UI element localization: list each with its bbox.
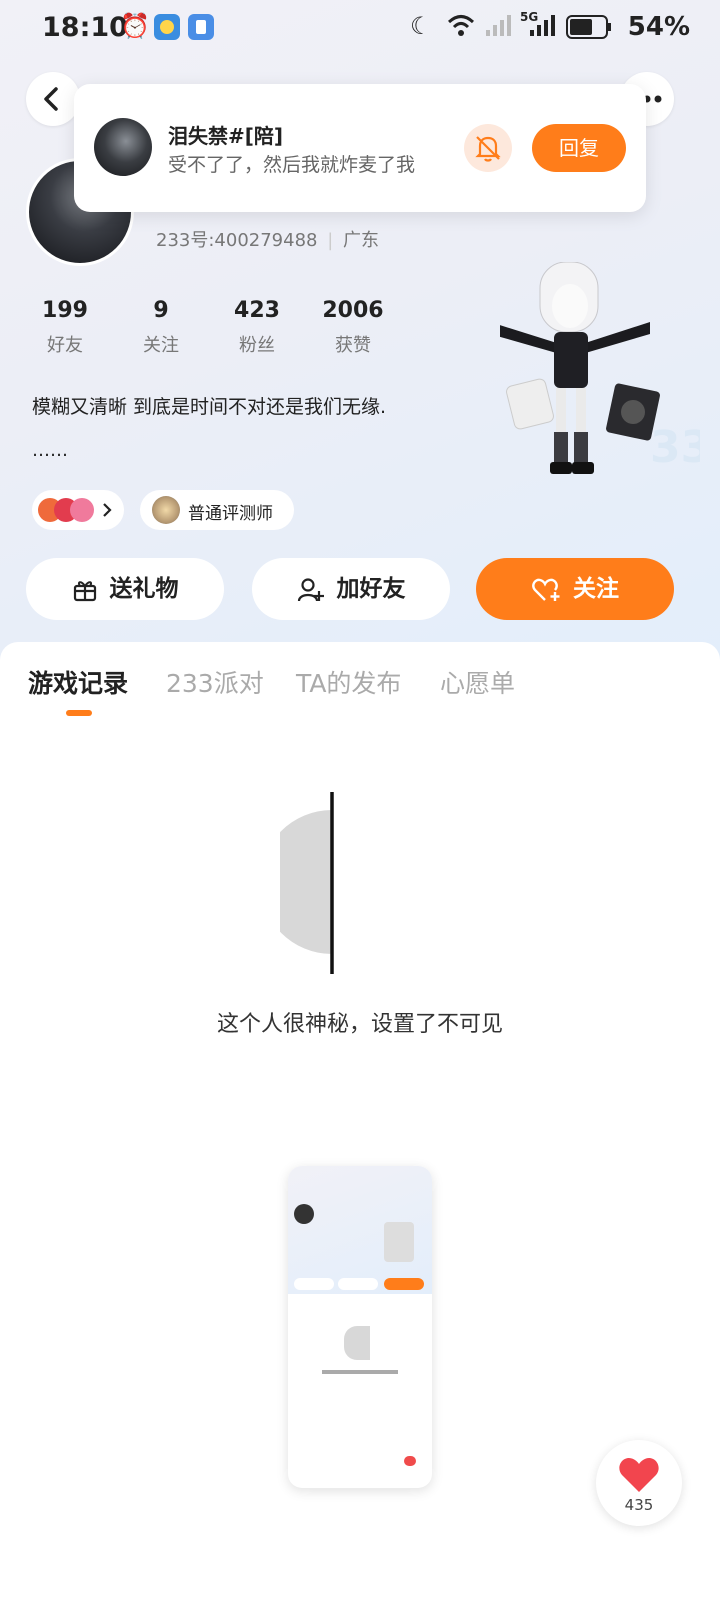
tab-wishlist[interactable]: 心愿单 xyxy=(440,664,515,700)
user-id: 233号:400279488 xyxy=(156,230,318,251)
gift-icon xyxy=(73,580,96,601)
stat-label: 关注 xyxy=(143,335,179,356)
send-gift-button[interactable]: 送礼物 xyxy=(26,558,224,620)
add-friend-label: 加好友 xyxy=(336,576,406,602)
profile-bio: 模糊又清晰 到底是时间不对还是我们无缘. xyxy=(32,396,387,418)
character-avatar-art[interactable]: 33 xyxy=(490,261,711,502)
reviewer-avatar-icon xyxy=(152,496,180,524)
reviewer-label: 普通评测师 xyxy=(188,504,273,524)
status-bar: 18:10 ⏰ ☾ 5G 54% xyxy=(0,0,720,56)
user-id-line: 233号:400279488 | 广东 xyxy=(156,226,379,252)
stat-label: 好友 xyxy=(47,335,83,356)
heart-plus-icon xyxy=(532,578,560,601)
message-notification[interactable]: 泪失禁#[陪] 受不了了，然后我就炸麦了我 回复 xyxy=(74,84,646,212)
weather-icon xyxy=(154,14,180,40)
stat-fans[interactable]: 423 粉丝 xyxy=(212,298,302,357)
tab-233-party[interactable]: 233派对 xyxy=(166,664,264,700)
badge-icon xyxy=(70,498,94,522)
send-gift-label: 送礼物 xyxy=(109,576,179,602)
moon-icon: ☾ xyxy=(410,12,432,40)
stat-value: 2006 xyxy=(322,298,384,323)
sender-name: 泪失禁#[陪] xyxy=(168,124,284,148)
stat-value: 423 xyxy=(234,298,280,323)
sender-avatar xyxy=(94,118,152,176)
back-arrow-icon xyxy=(44,87,58,111)
user-location: 广东 xyxy=(343,230,380,251)
svg-text:33: 33 xyxy=(650,422,700,473)
signal-icon-2 xyxy=(528,12,558,44)
stat-friends[interactable]: 199 好友 xyxy=(20,298,110,357)
battery-percent: 54% xyxy=(627,12,690,42)
stat-following[interactable]: 9 关注 xyxy=(116,298,206,357)
follow-label: 关注 xyxy=(573,576,619,602)
shield-app-icon xyxy=(188,14,214,40)
alarm-icon: ⏰ xyxy=(120,12,150,40)
reply-button[interactable]: 回复 xyxy=(532,124,626,172)
empty-state-illustration xyxy=(280,792,334,974)
tab-game-records[interactable]: 游戏记录 xyxy=(28,664,128,700)
wifi-icon xyxy=(446,12,476,44)
stat-label: 获赞 xyxy=(335,335,371,356)
message-preview: 受不了了，然后我就炸麦了我 xyxy=(168,154,416,176)
active-tab-indicator xyxy=(66,710,92,716)
like-floating-button[interactable]: 435 xyxy=(596,1440,682,1526)
like-count: 435 xyxy=(624,1496,654,1514)
stat-likes[interactable]: 2006 获赞 xyxy=(308,298,398,357)
signal-icon xyxy=(484,12,514,44)
add-friend-button[interactable]: 加好友 xyxy=(252,558,450,620)
status-time: 18:10 xyxy=(42,12,128,43)
add-user-icon xyxy=(297,577,324,601)
divider: | xyxy=(327,230,334,251)
badges-row[interactable] xyxy=(32,490,124,530)
reviewer-badge[interactable]: 普通评测师 xyxy=(140,490,294,530)
tab-posts[interactable]: TA的发布 xyxy=(296,664,401,700)
chevron-right-icon xyxy=(103,503,112,517)
back-button[interactable] xyxy=(26,72,80,126)
screenshot-preview-thumbnail[interactable] xyxy=(288,1166,432,1488)
stat-label: 粉丝 xyxy=(239,335,275,356)
bell-off-icon xyxy=(475,136,501,162)
battery-icon xyxy=(566,15,612,43)
bio-more[interactable]: …… xyxy=(32,440,68,461)
stat-value: 199 xyxy=(42,298,88,323)
stat-value: 9 xyxy=(153,298,169,323)
mute-button[interactable] xyxy=(464,124,512,172)
empty-state-text: 这个人很神秘，设置了不可见 xyxy=(216,1012,503,1037)
follow-button[interactable]: 关注 xyxy=(476,558,674,620)
heart-icon xyxy=(619,1458,659,1492)
